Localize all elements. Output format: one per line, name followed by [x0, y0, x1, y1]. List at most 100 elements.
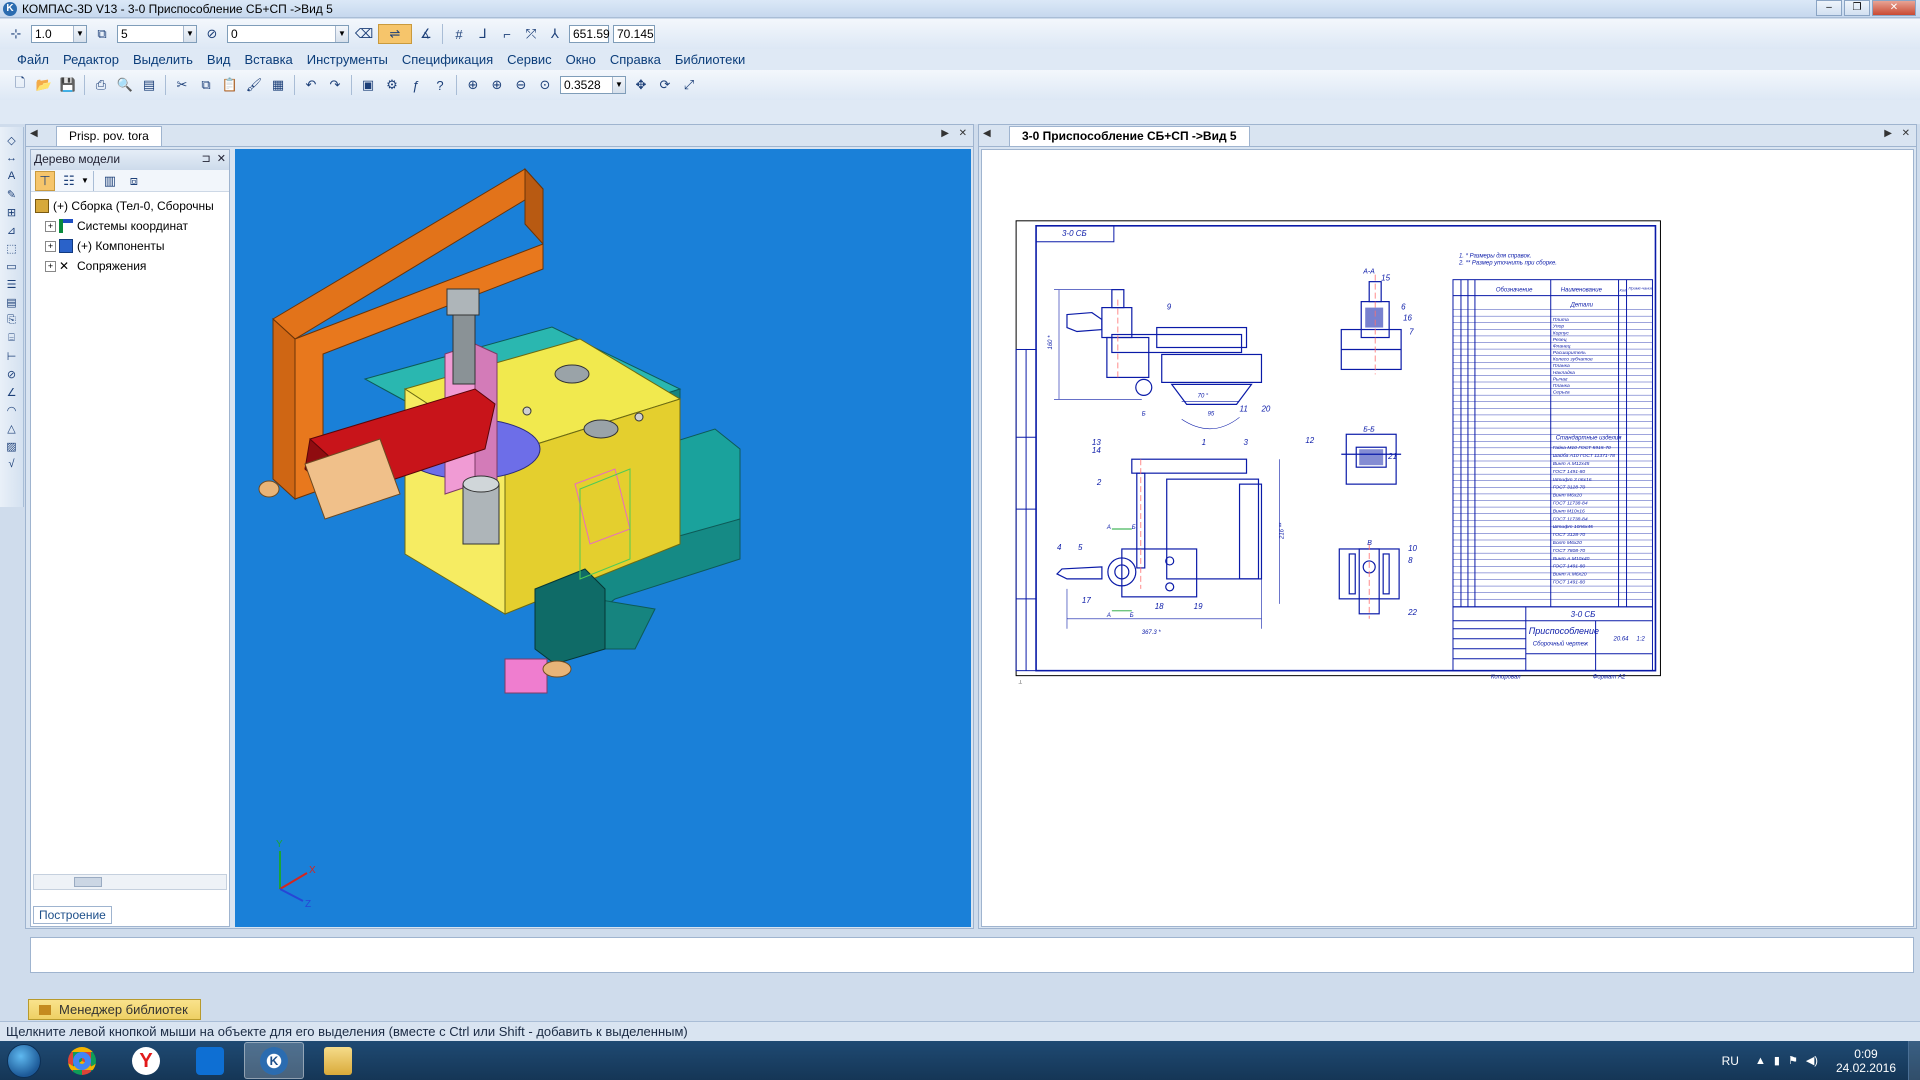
- zoom-window-icon[interactable]: ⊕: [463, 75, 483, 95]
- taskbar-explorer[interactable]: [308, 1042, 368, 1079]
- scrollbar-thumb[interactable]: [74, 877, 102, 887]
- network-icon[interactable]: ▮: [1774, 1054, 1780, 1067]
- paste-icon[interactable]: 📋: [220, 75, 240, 95]
- maximize-button[interactable]: ❐: [1844, 0, 1870, 16]
- taskbar-chrome[interactable]: [52, 1042, 112, 1079]
- roughness-icon[interactable]: √: [4, 456, 20, 472]
- tab-drawing-view[interactable]: 3-0 Приспособление СБ+СП ->Вид 5: [1009, 126, 1250, 146]
- save-icon[interactable]: 💾: [58, 75, 78, 95]
- zoom-out-icon[interactable]: ⊖: [511, 75, 531, 95]
- zoom-scale-icon[interactable]: ⊙: [535, 75, 555, 95]
- print-icon[interactable]: ⎙: [91, 75, 111, 95]
- local-cs-icon[interactable]: ⅃: [473, 24, 493, 44]
- copy-icon[interactable]: ⧉: [196, 75, 216, 95]
- radial-dim-icon[interactable]: ⊘: [4, 366, 20, 382]
- close-button[interactable]: ✕: [1872, 0, 1916, 16]
- tab-scroll-right-icon[interactable]: ▶: [1884, 128, 1892, 139]
- menu-libraries[interactable]: Библиотеки: [668, 52, 752, 67]
- eraser-icon[interactable]: ⌫: [354, 24, 374, 44]
- undo-icon[interactable]: ↶: [301, 75, 321, 95]
- snaps-icon[interactable]: ⇌: [378, 24, 412, 44]
- hatch-icon[interactable]: ▨: [4, 438, 20, 454]
- measure-icon[interactable]: ⊿: [4, 222, 20, 238]
- library-manager-tab[interactable]: Менеджер библиотек: [28, 999, 201, 1020]
- variables-icon[interactable]: ⚙: [382, 75, 402, 95]
- flag-icon[interactable]: ⚑: [1788, 1054, 1798, 1067]
- menu-service[interactable]: Сервис: [500, 52, 559, 67]
- zoom-in-icon[interactable]: ⊕: [487, 75, 507, 95]
- volume-icon[interactable]: ◀): [1806, 1054, 1818, 1067]
- menu-window[interactable]: Окно: [559, 52, 603, 67]
- insert-icon[interactable]: ⎘: [4, 312, 20, 328]
- drawing-canvas[interactable]: 3-0 СБ 1. * Размеры для справок. 2. ** Р…: [981, 149, 1914, 927]
- minimize-button[interactable]: ‒: [1816, 0, 1842, 16]
- copy-properties-icon[interactable]: 🖌: [244, 75, 264, 95]
- tree-item-assembly[interactable]: (+) Сборка (Тел-0, Сборочны: [35, 196, 229, 216]
- tree-item-mates[interactable]: + ✕ Сопряжения: [35, 256, 229, 276]
- function-icon[interactable]: ƒ: [406, 75, 426, 95]
- grid-icon[interactable]: #: [449, 24, 469, 44]
- pan-icon[interactable]: ✥: [631, 75, 651, 95]
- zoom-combo[interactable]: 0.3528 ▼: [560, 76, 626, 94]
- cut-icon[interactable]: ✂: [172, 75, 192, 95]
- taskbar-yandex[interactable]: Y: [116, 1042, 176, 1079]
- show-all-icon[interactable]: ⤢: [679, 75, 699, 95]
- tab-construction[interactable]: Построение: [33, 906, 112, 924]
- triangle-icon[interactable]: △: [4, 420, 20, 436]
- tree-horizontal-scrollbar[interactable]: [33, 874, 227, 890]
- linear-dim-icon[interactable]: ⊢: [4, 348, 20, 364]
- properties-icon[interactable]: ▦: [268, 75, 288, 95]
- style-combo[interactable]: 0 ▼: [227, 25, 349, 43]
- pin-icon[interactable]: ⊐: [201, 153, 210, 165]
- print-preview-icon[interactable]: 🔍: [115, 75, 135, 95]
- orthogonal-icon[interactable]: ∡: [416, 24, 436, 44]
- specification-icon[interactable]: ☰: [4, 276, 20, 292]
- redo-icon[interactable]: ↷: [325, 75, 345, 95]
- new-document-icon[interactable]: 🗋: [10, 75, 30, 95]
- line-scale-combo[interactable]: 1.0 ▼: [31, 25, 87, 43]
- tree-filter-icon[interactable]: ⧈: [124, 171, 144, 191]
- reports-icon[interactable]: ▤: [4, 294, 20, 310]
- close-icon[interactable]: ✕: [1902, 128, 1910, 139]
- open-folder-icon[interactable]: 📂: [34, 75, 54, 95]
- geometry-icon[interactable]: ◇: [4, 132, 20, 148]
- round-icon[interactable]: ⤱: [521, 24, 541, 44]
- layer-combo[interactable]: 5 ▼: [117, 25, 197, 43]
- tree-view-icon[interactable]: ▥: [100, 171, 120, 191]
- style-icon[interactable]: ⊘: [202, 24, 222, 44]
- menu-insert[interactable]: Вставка: [237, 52, 299, 67]
- expand-icon[interactable]: +: [45, 220, 56, 232]
- tree-item-components[interactable]: + (+) Компоненты: [35, 236, 229, 256]
- clock[interactable]: 0:09 24.02.2016: [1836, 1047, 1896, 1075]
- selection-icon[interactable]: ⬚: [4, 240, 20, 256]
- taskbar-teamviewer[interactable]: [180, 1042, 240, 1079]
- tree-item-coordinate-systems[interactable]: + Системы координат: [35, 216, 229, 236]
- menu-view[interactable]: Вид: [200, 52, 238, 67]
- parametrization-icon[interactable]: ⊞: [4, 204, 20, 220]
- language-indicator[interactable]: RU: [1722, 1054, 1739, 1068]
- view-manager-icon[interactable]: ▤: [139, 75, 159, 95]
- tree-mode-icon[interactable]: ☷: [59, 171, 79, 191]
- expand-icon[interactable]: +: [45, 260, 56, 272]
- arc-icon[interactable]: ◠: [4, 402, 20, 418]
- menu-tools[interactable]: Инструменты: [300, 52, 395, 67]
- close-icon[interactable]: ✕: [217, 153, 226, 165]
- show-desktop-button[interactable]: [1908, 1041, 1920, 1080]
- menu-help[interactable]: Справка: [603, 52, 668, 67]
- menu-specification[interactable]: Спецификация: [395, 52, 500, 67]
- library-icon[interactable]: ⌸: [4, 330, 20, 346]
- cursor-x-field[interactable]: 651.59: [569, 25, 610, 43]
- tab-scroll-left-icon[interactable]: ◀: [983, 128, 991, 139]
- help-pointer-icon[interactable]: ?: [430, 75, 450, 95]
- layer-icon[interactable]: ⧉: [92, 24, 112, 44]
- tree-structure-icon[interactable]: ⊤: [35, 170, 55, 191]
- chevron-down-icon[interactable]: ▼: [81, 176, 89, 185]
- tab-scroll-right-icon[interactable]: ▶: [941, 128, 949, 139]
- snap-step-icon[interactable]: ⊹: [6, 24, 26, 44]
- designations-icon[interactable]: A: [4, 168, 20, 184]
- edit-icon[interactable]: ✎: [4, 186, 20, 202]
- manager-icon[interactable]: ▣: [358, 75, 378, 95]
- cursor-y-field[interactable]: 70.145: [613, 25, 655, 43]
- refresh-icon[interactable]: ⟳: [655, 75, 675, 95]
- menu-edit[interactable]: Редактор: [56, 52, 126, 67]
